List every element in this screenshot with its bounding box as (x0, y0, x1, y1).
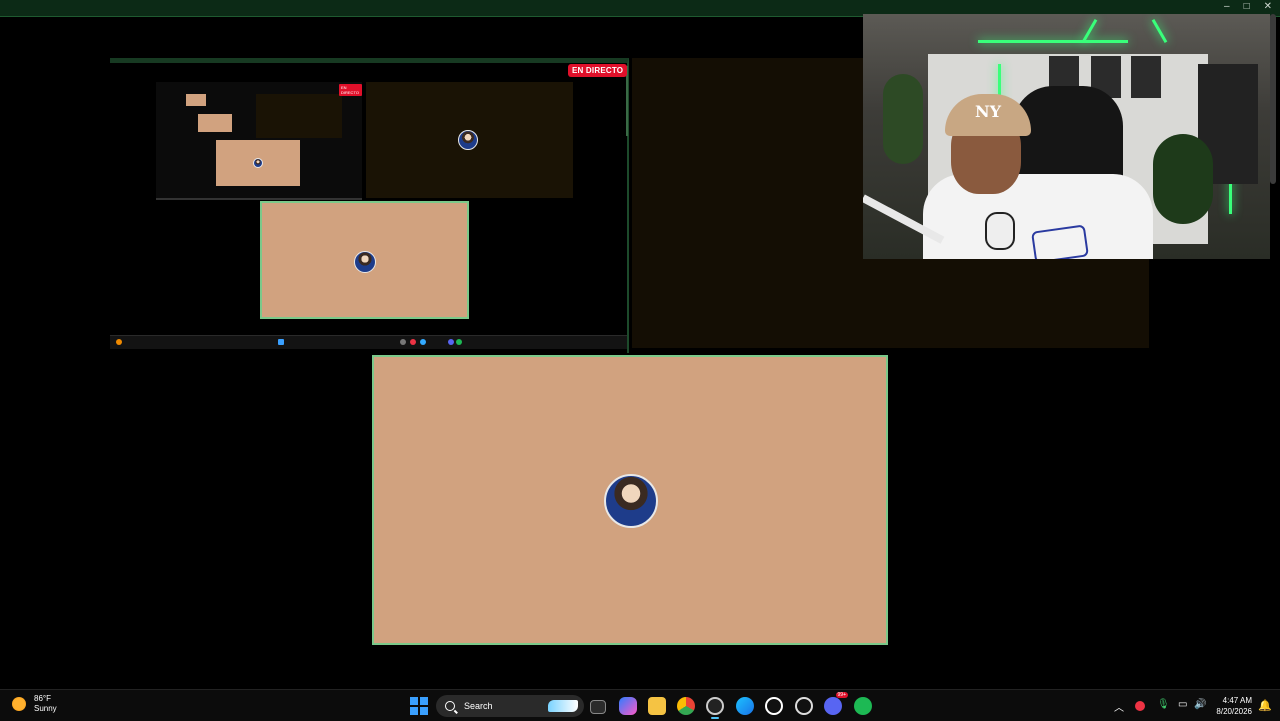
weather-widget[interactable]: 86°F Sunny (12, 694, 57, 714)
main-tan-canvas (372, 355, 888, 645)
nested-preview-screen: EN DIRECTO (156, 82, 362, 200)
nested-dark-tile (256, 94, 342, 138)
search-highlight-image (548, 700, 578, 712)
plant-right (1153, 134, 1213, 224)
search-placeholder: Search (464, 701, 493, 711)
wall-poster-3 (1131, 56, 1161, 98)
taskbar-search-box[interactable]: Search (436, 695, 584, 717)
neon-light (978, 40, 1128, 43)
maximize-button[interactable]: □ (1244, 1, 1250, 12)
preview-dark-tile (366, 82, 573, 198)
live-badge: EN DIRECTO (568, 64, 628, 77)
cap-logo: NY (975, 102, 1002, 121)
minimize-button[interactable]: – (1224, 1, 1230, 12)
shirt-print (1031, 224, 1089, 259)
mic-icon[interactable]: 🎙 (1157, 699, 1170, 710)
nested-avatar-icon (253, 158, 263, 168)
chevron-up-icon[interactable]: ︿ (1114, 699, 1124, 714)
edge-icon[interactable] (736, 697, 754, 715)
discord-badge: 99+ (835, 692, 848, 698)
scrollbar-thumb[interactable] (1270, 14, 1276, 184)
steam-icon[interactable] (795, 697, 813, 715)
discord-icon[interactable]: 99+ (824, 692, 848, 715)
webcam-feed: NY (863, 14, 1270, 259)
mini-discord-icon (448, 339, 454, 345)
copilot-icon[interactable] (619, 697, 637, 715)
nested-live-badge: EN DIRECTO (339, 84, 362, 96)
volume-icon[interactable]: 🔊 (1194, 699, 1206, 710)
weather-condition: Sunny (34, 704, 57, 713)
preview-mini-taskbar (110, 335, 627, 349)
windows-taskbar: 86°F Sunny Search 99+ ︿ 🎙 ▭ 🔊 4:47 AM 8/… (0, 689, 1280, 721)
clock-date: 8/20/2026 (1216, 707, 1252, 716)
nested-tan-tile-medium (198, 114, 232, 132)
channel-avatar-icon (604, 474, 658, 528)
close-button[interactable]: ✕ (1264, 1, 1272, 12)
weather-temp: 86°F (34, 694, 51, 703)
mini-weather-icon (116, 339, 122, 345)
network-icon[interactable]: ▭ (1178, 699, 1187, 710)
mini-chrome-icon (410, 339, 416, 345)
notification-bell-icon[interactable]: 🔔 (1258, 699, 1272, 712)
chrome-icon[interactable] (677, 697, 695, 715)
search-icon (445, 701, 455, 711)
preview-focus-edge (626, 66, 628, 136)
preview-dark-avatar-icon (458, 130, 478, 150)
microphone (985, 212, 1015, 250)
mini-start-icon (278, 339, 284, 345)
spotify-icon[interactable] (854, 697, 872, 715)
app-icon[interactable] (765, 697, 783, 715)
mini-edge-icon (420, 339, 426, 345)
window-controls: – □ ✕ (1224, 1, 1272, 12)
mini-spotify-icon (456, 339, 462, 345)
app-tray-icon[interactable] (1135, 701, 1145, 711)
nested-tan-tile-large (216, 140, 300, 186)
obs-active-indicator (711, 717, 719, 719)
preview-tan-avatar-icon (354, 251, 376, 273)
task-view-icon[interactable] (590, 700, 606, 714)
taskbar-clock[interactable]: 4:47 AM 8/20/2026 (1216, 695, 1252, 717)
nested-tan-tile-small (186, 94, 206, 106)
sun-icon (12, 697, 26, 711)
windows-start-icon[interactable] (410, 697, 428, 715)
plant-left (883, 74, 923, 164)
neon-light-diag-2 (1151, 18, 1168, 44)
clock-time: 4:47 AM (1222, 696, 1252, 705)
mini-app-icon (400, 339, 406, 345)
file-explorer-icon[interactable] (648, 697, 666, 715)
obs-icon[interactable] (706, 697, 724, 719)
preview-tan-tile (260, 201, 469, 319)
